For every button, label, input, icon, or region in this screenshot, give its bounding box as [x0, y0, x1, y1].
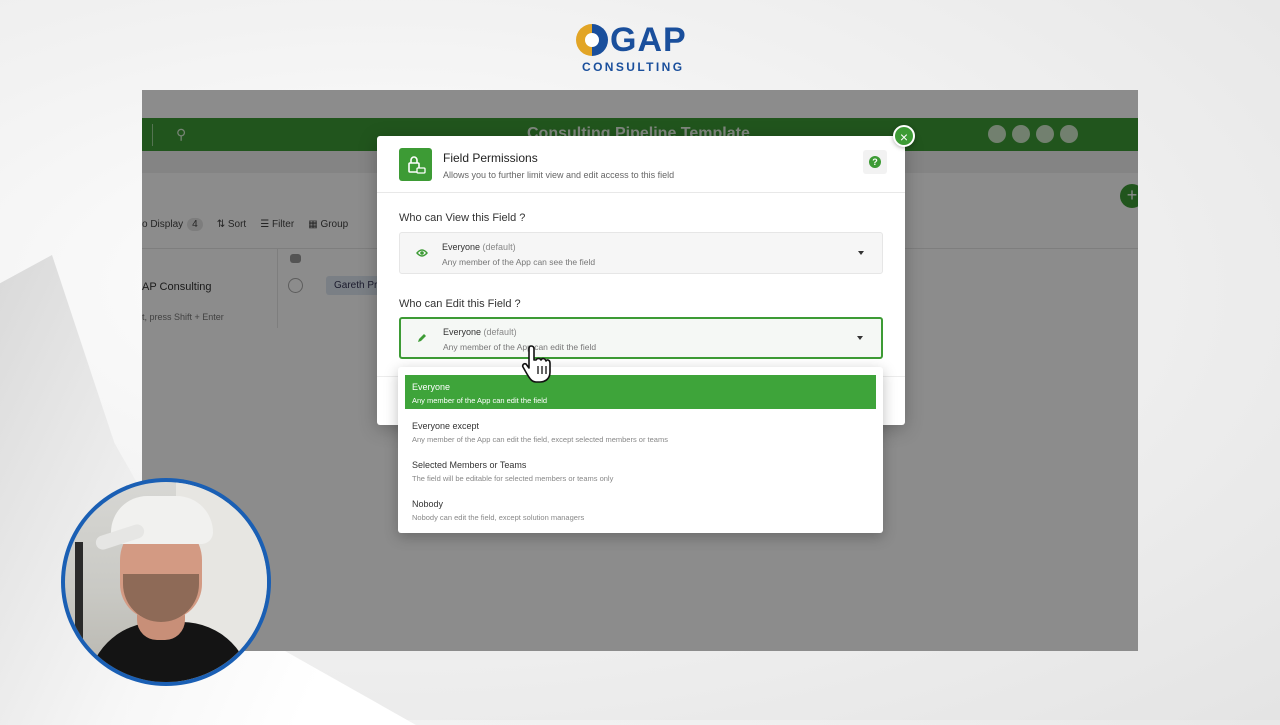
dropdown-option-nobody[interactable]: Nobody Nobody can edit the field, except… [405, 492, 876, 526]
dropdown-option-everyone-except[interactable]: Everyone except Any member of the App ca… [405, 414, 876, 448]
logo-mark-icon [576, 24, 608, 56]
dropdown-option-selected-members[interactable]: Selected Members or Teams The field will… [405, 453, 876, 487]
view-section-label: Who can View this Field ? [399, 212, 526, 224]
option-description: Any member of the App can edit the field [412, 396, 548, 405]
logo-subtitle: CONSULTING [582, 60, 685, 74]
option-label: Selected Members or Teams [412, 460, 527, 470]
edit-permission-dropdown: Everyone Any member of the App can edit … [398, 367, 883, 533]
webcam-mic-stand [75, 542, 83, 682]
webcam-video [65, 482, 267, 682]
logo-word: GAP [610, 21, 687, 59]
edit-section-label: Who can Edit this Field ? [399, 298, 521, 310]
option-label: Everyone [412, 382, 451, 392]
close-modal-button[interactable]: × [893, 125, 915, 147]
pencil-icon [418, 334, 426, 342]
modal-header-divider [377, 192, 905, 193]
chevron-down-icon [857, 336, 863, 340]
option-label: Nobody [412, 499, 444, 509]
eye-icon [416, 249, 428, 257]
help-icon: ? [869, 156, 881, 168]
modal-subtitle: Allows you to further limit view and edi… [443, 170, 675, 180]
lock-icon [399, 148, 432, 181]
hand-pointer-cursor-icon [521, 345, 551, 383]
chevron-down-icon [858, 251, 864, 255]
option-description: The field will be editable for selected … [412, 474, 614, 483]
gap-consulting-logo: GAP CONSULTING [576, 22, 706, 74]
webcam-overlay [61, 478, 271, 686]
help-button[interactable]: ? [863, 150, 887, 174]
edit-selected-description: Any member of the App can edit the field [443, 342, 597, 352]
option-description: Any member of the App can edit the field… [412, 435, 668, 444]
view-selected-value: Everyone (default) [442, 242, 516, 252]
option-label: Everyone except [412, 421, 480, 431]
view-permission-select[interactable]: Everyone (default) Any member of the App… [399, 232, 883, 274]
edit-permission-select[interactable]: Everyone (default) Any member of the App… [399, 317, 883, 359]
dropdown-option-everyone[interactable]: Everyone Any member of the App can edit … [405, 375, 876, 409]
modal-title: Field Permissions [443, 151, 538, 165]
option-description: Nobody can edit the field, except soluti… [412, 513, 585, 522]
view-selected-description: Any member of the App can see the field [442, 257, 596, 267]
edit-selected-value: Everyone (default) [443, 327, 517, 337]
